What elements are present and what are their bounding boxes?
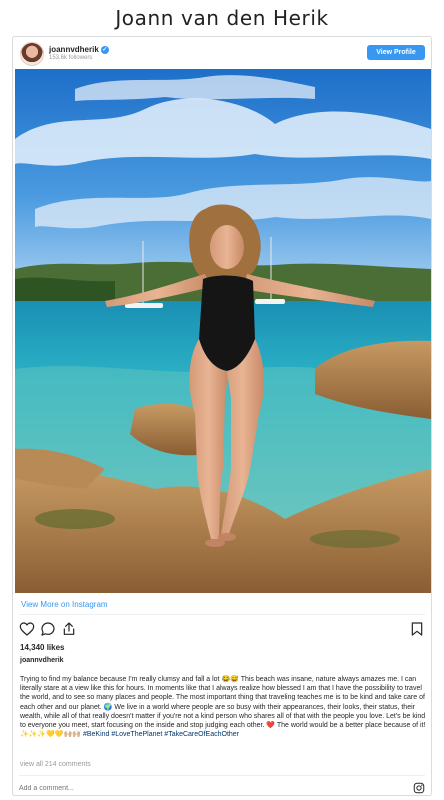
avatar[interactable] — [21, 43, 43, 65]
username-header[interactable]: joannvdherik ✓ — [49, 45, 109, 54]
divider — [19, 614, 425, 615]
seaweed — [35, 509, 115, 529]
action-bar — [13, 619, 431, 639]
caption-username[interactable]: joannvdherik — [20, 657, 64, 664]
username-text[interactable]: joannvdherik — [49, 45, 99, 54]
view-more-link[interactable]: View More on Instagram — [21, 600, 108, 609]
instagram-icon[interactable] — [413, 782, 425, 794]
post-header: joannvdherik ✓ 153.6k followers View Prof… — [13, 37, 431, 69]
heart-icon[interactable] — [19, 621, 35, 637]
post-photo[interactable] — [15, 69, 431, 593]
follower-count: 153.6k followers — [49, 55, 93, 61]
bookmark-icon[interactable] — [409, 621, 425, 637]
comment-input[interactable] — [19, 781, 399, 795]
comment-icon[interactable] — [40, 621, 56, 637]
likes-count[interactable]: 14,340 likes — [20, 643, 64, 652]
hashtags[interactable]: #BeKind #LoveThePlanet #TakeCareOfEachOt… — [83, 731, 239, 738]
view-profile-button[interactable]: View Profile — [367, 45, 425, 60]
caption: Trying to find my balance because I'm re… — [20, 675, 426, 739]
caption-text: Trying to find my balance because I'm re… — [20, 676, 426, 739]
view-comments-link[interactable]: view all 214 comments — [20, 761, 91, 768]
seaweed — [310, 530, 400, 548]
divider — [19, 775, 425, 776]
instagram-embed: joannvdherik ✓ 153.6k followers View Prof… — [12, 36, 432, 796]
share-icon[interactable] — [61, 621, 77, 637]
page-title: Joann van den Herik — [115, 6, 329, 30]
verified-badge-icon: ✓ — [100, 45, 109, 54]
